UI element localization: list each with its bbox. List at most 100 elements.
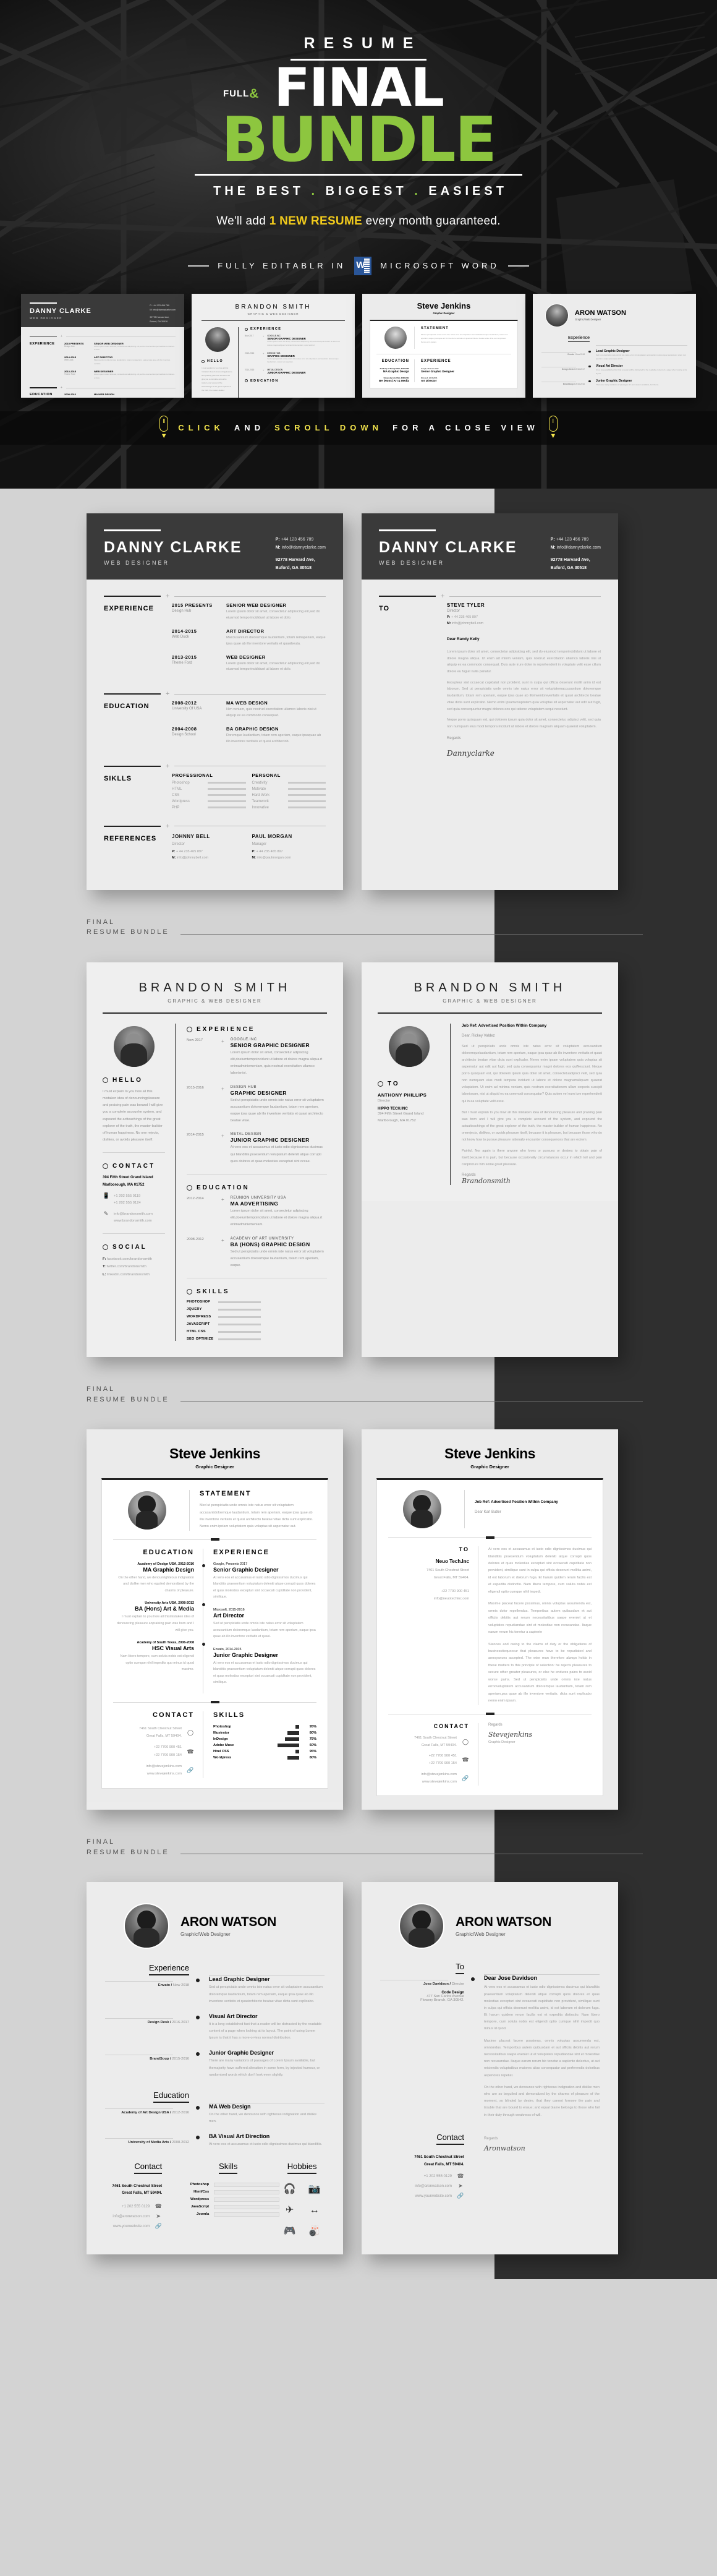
aron-cover-letter-sheet[interactable]: ARON WATSON Graphic/Web Designer To Jose… [362,1882,618,2254]
microsoft-word-row: FULLY EDITABLR IN W MICROSOFT WORD [0,256,717,275]
brandon-letter-to-heading: TO [388,1080,400,1087]
brandon-letter-left: TO ANTHONY PHILLIPS Director HIPPO TECH.… [378,1023,451,1186]
danny-letter-to-role: Director [447,609,460,613]
tagline-dot-2: . [414,184,422,198]
danny-resume-sheet[interactable]: DANNY CLARKE WEB DESIGNER P: +44 123 456… [87,513,343,890]
aron-education-heading-wrap: Education [105,2090,198,2103]
danny-letter-mail-label: M: [550,546,556,550]
danny-letter-regards: Regards [447,736,461,740]
danny-letter-to-label: TO [379,605,390,612]
danny-education-block: + EDUCATION 2008-2012 University Of USA MA… [104,691,326,752]
danny-exp-title: SENIOR WEB DESIGNER [226,602,287,608]
thumbnail-steve-jenkins[interactable]: Steve Jenkins Graphic Designer STATEMENT… [362,293,525,398]
steve-edu-meta: Academy of Design USA, 2012-2016 [137,1562,194,1566]
thumbnail-brandon-smith[interactable]: BRANDON SMITH GRAPHIC & WEB DESIGNER HEL… [192,293,355,398]
aron-resume-sheet[interactable]: ARON WATSON Graphic/Web Designer Experie… [87,1882,343,2254]
steve-skill-pct: 60% [309,1743,316,1747]
ring-icon [187,1184,192,1191]
steve-skill-name: InDesign [213,1737,228,1741]
ring-icon [187,1289,192,1295]
airplane-icon: ✈ [285,2204,294,2215]
danny-cover-letter-sheet[interactable]: DANNY CLARKE WEB DESIGNER P: +44 123 456… [362,513,618,890]
thumbnail-aron-watson[interactable]: ARON WATSON Graphic/Web Designer Experie… [533,293,696,398]
brandon-resume-sheet[interactable]: BRANDON SMITH GRAPHIC & WEB DESIGNER HEL… [87,962,343,1358]
brandon-phone2: +1 202 555 0124 [114,1201,141,1205]
phone-icon: 📱 [103,1192,110,1199]
brandon-letter-to-addr1: 394 Fifth Street Grand Island [378,1111,424,1116]
steve-statement-text: Med ut perspiciatis unde omnis iste natu… [200,1504,313,1529]
brandon-cover-letter-sheet[interactable]: BRANDON SMITH GRAPHIC & WEB DESIGNER TO … [362,962,618,1358]
steve-letter-addr1: 7461 South Chestnut Street [414,1735,457,1740]
aron-edu-period: 2008-2012 [171,2141,189,2145]
thumb-name: Steve Jenkins [417,301,471,310]
aron-letter-p3: On the other hand, we denounce with righ… [484,2085,600,2117]
aron-education-heading: Education [153,2090,189,2103]
aron-exp-period: 2015-2016 [171,2057,189,2061]
steve-skill-name: Photoshop [213,1724,232,1729]
aron-skill-name: Photoshop [190,2183,210,2187]
brandon-social-value[interactable]: facebook.com/brandonsmith [107,1257,152,1261]
steve-edu-desc: On the other hand, we denounrighteous in… [118,1575,194,1593]
steve-exp-title: Junior Graphic Designer [213,1651,279,1658]
aron-letter-dear: Dear Jose Davidson [484,1975,538,1982]
danny-ref-role: Manager [252,842,267,847]
preview-body: DANNY CLARKE WEB DESIGNER P: +44 123 456… [0,489,717,2279]
danny-skills-heading: SIKLLS [104,774,132,782]
aron-skill-name: Html/Css [193,2190,210,2194]
aron-role: Graphic/Web Designer [180,1932,231,1938]
steve-experience-column: EXPERIENCE Google, Presents 2017 Senior G… [203,1549,316,1693]
danny-skill-name: Hard Work [252,793,270,797]
aron-letter-mail: info@aronwatson.com [415,2184,452,2188]
headphones-icon: 🎧 [283,2183,296,2194]
steve-avatar [127,1491,166,1530]
steve-letter-p2: Maxime placeat facere possimus, omnis vo… [488,1602,592,1635]
aron-header: ARON WATSON Graphic/Web Designer [105,1903,325,1949]
gamepad-icon: 🎮 [283,2225,296,2236]
word-dash-left [188,265,210,267]
danny-letter-p2: Excepteur sint occaecat cupidatat non pr… [447,680,601,711]
steve-skill-name: Html CSS [213,1749,229,1753]
aron-education-item: University of Media Arts / 2008-2012 BA … [105,2133,325,2148]
section-danny-clarke: DANNY CLARKE WEB DESIGNER P: +44 123 456… [0,489,717,938]
danny-edu-date: 2008-2012 [172,700,197,706]
aron-exp-period: Now 2018 [172,1983,189,1988]
brandon-social-value[interactable]: twitter.com/brandonsmith [106,1265,146,1269]
brandon-education-heading: EDUCATION [197,1184,250,1191]
danny-edu-org: University Of USA [172,707,202,711]
aron-letter-contact-heading: Contact [436,2133,464,2145]
steve-edu-meta: Academy of South Texas, 2006-2008 [137,1641,194,1645]
brandon-edu-when: 2012-2014 [187,1196,204,1200]
word-icon-lines [364,258,370,273]
brandon-social-value[interactable]: linkedin.com/brandonsmith [107,1273,150,1277]
aron-letter-to-heading: To [456,1962,464,1975]
aron-exp-title: Visual Art Director [209,2013,258,2019]
aron-contact-column: Contact 7461 South Chestnut Street Great … [105,2161,172,2238]
aron-contact-heading: Contact [134,2162,163,2174]
steve-skill-pct: 95% [309,1724,316,1729]
steve-letter-to-company: Neuo Tech.Inc [435,1559,469,1565]
aron-exp-title: Lead Graphic Designer [209,1976,270,1983]
aron-avatar [124,1903,169,1949]
aron-exp-org: Envato / [158,1983,172,1988]
hero-full-amp: FULL& [223,87,260,101]
danny-letter-text: Lorem ipsum dolor sit amet, consectetur … [447,649,601,730]
steve-edu-title: HSC Visual Arts [151,1645,194,1652]
dumbbell-icon: ↔ [309,2204,320,2215]
thumb-role: Graphic/Web Designer [575,318,601,322]
brandon-site: www.brandonsmith.com [114,1219,152,1223]
steve-cover-letter-sheet[interactable]: Steve Jenkins Graphic Designer Job Ref: … [362,1429,618,1810]
danny-exp-date: 2013-2015 [172,654,197,660]
aron-skills-heading: Skills [219,2162,238,2174]
thumbnail-danny-clarke[interactable]: DANNY CLARKE WEB DESIGNER P: +44 123 456… [21,293,184,398]
phone-icon: ☎ [155,2203,162,2210]
steve-letter-sign-role: Graphic Designer [488,1740,515,1744]
aron-hobbies-column: Hobbies 🎧 📷 ✈ ↔ 🎮 🎳 [279,2161,325,2238]
danny-reference-1: JOHNNY BELL Director P: + 44 235 465 897… [172,832,246,862]
aron-letter-to-addr2: Flowery Branch, GA 30542. [420,1998,464,2003]
aron-letter-name: ARON WATSON [456,1915,551,1930]
danny-ref-mail: info@paulmorgan.com [257,855,291,860]
steve-resume-sheet[interactable]: Steve Jenkins Graphic Designer STATEMENT… [87,1429,343,1810]
divider-text: FINAL RESUME BUNDLE [87,917,169,938]
send-icon: ➤ [156,2213,161,2220]
steve-experience-heading: EXPERIENCE [213,1548,269,1556]
